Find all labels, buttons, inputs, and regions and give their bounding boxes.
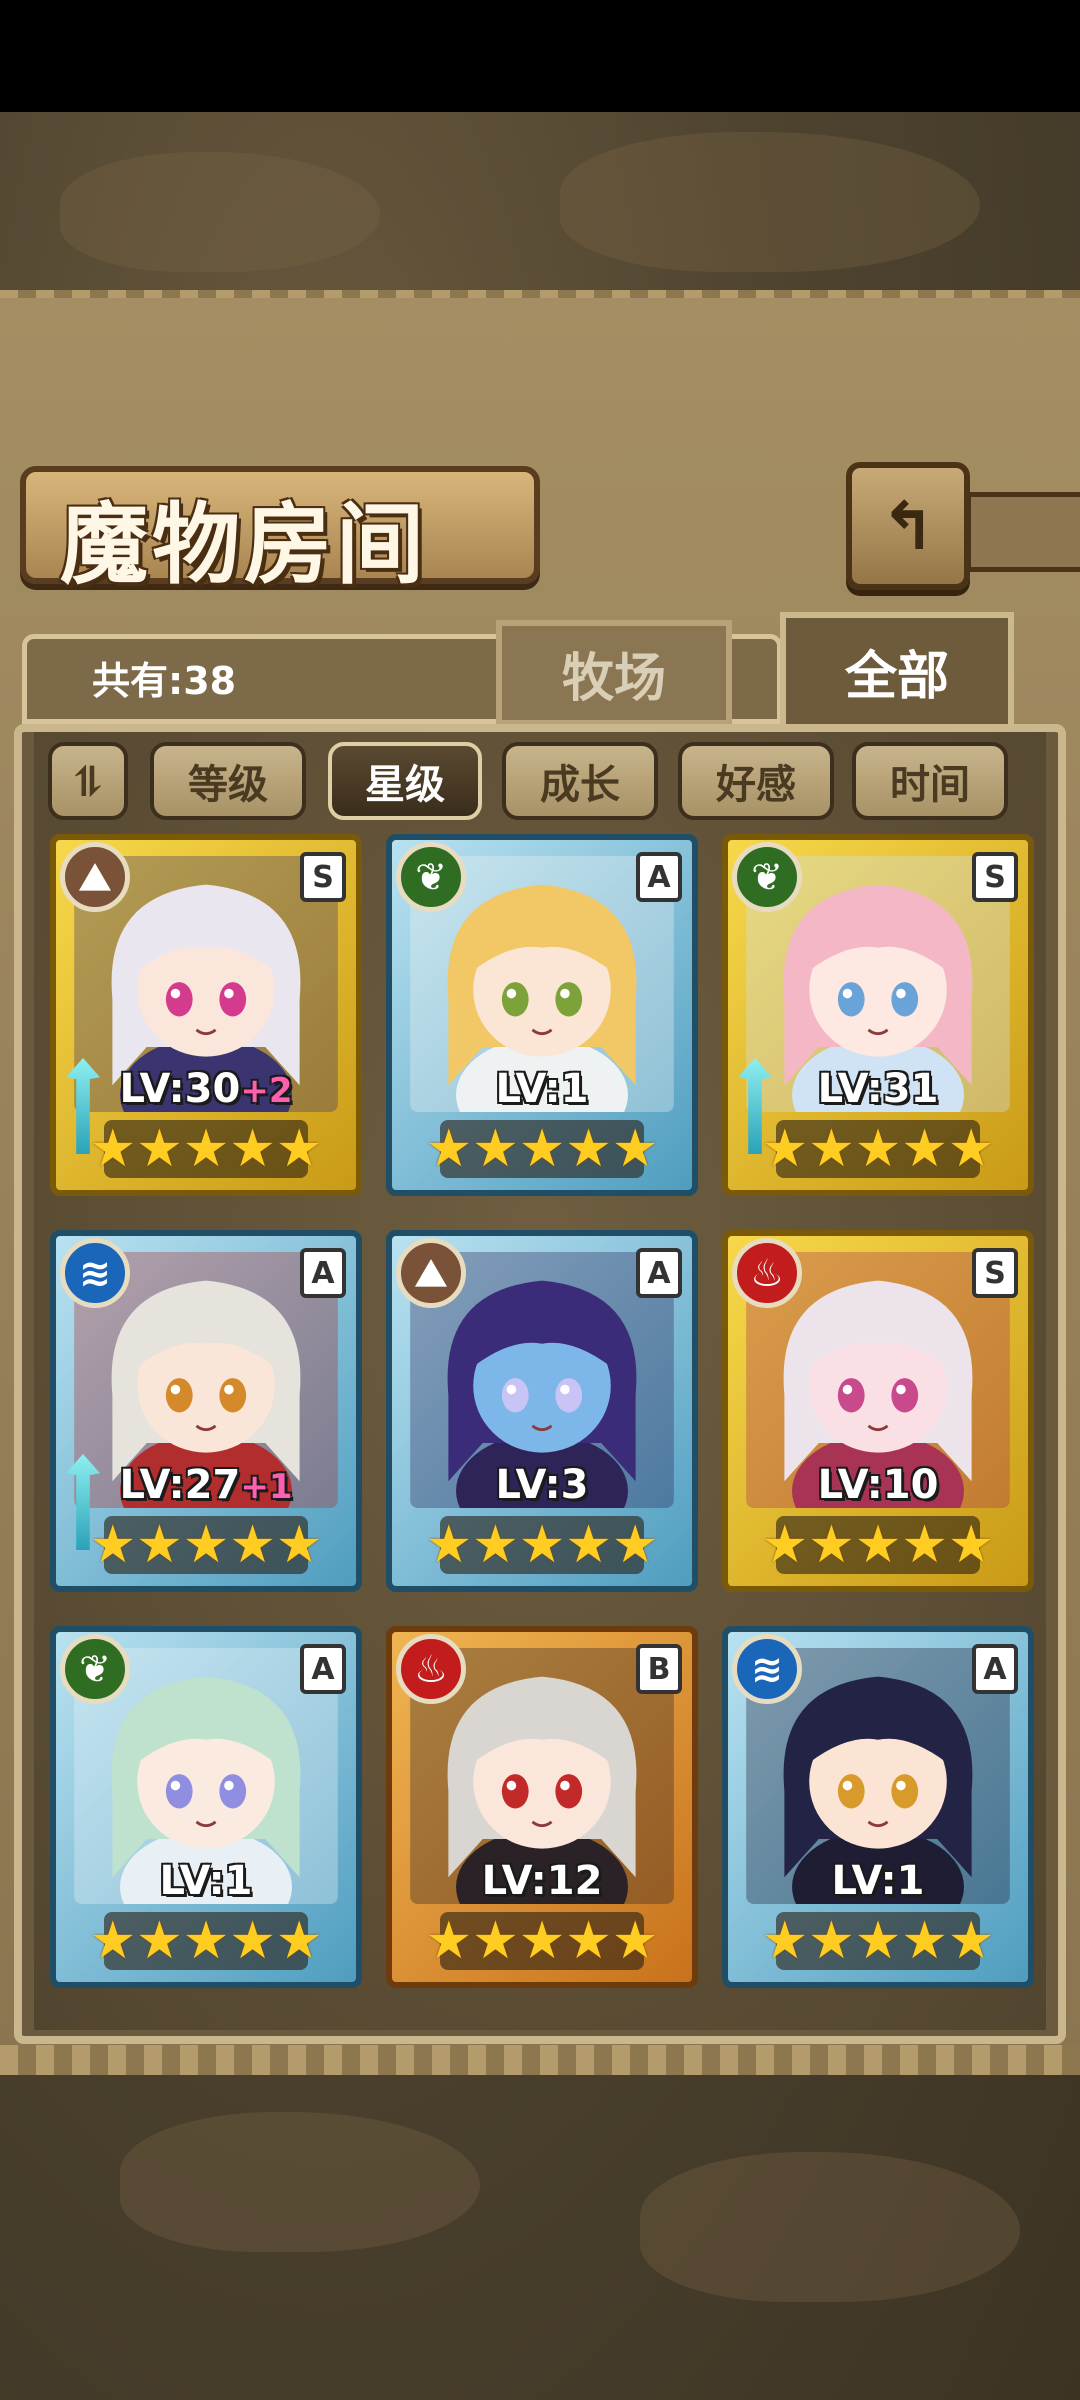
element-earth-icon: ⛰: [396, 1238, 466, 1308]
sort-star-button[interactable]: 星级: [328, 742, 482, 820]
rank-badge: S: [300, 852, 346, 902]
monster-card[interactable]: ❦ A LV:1 ★★★★★: [386, 834, 698, 1196]
rank-badge: A: [636, 1248, 682, 1298]
star-rating: ★★★★★: [425, 1119, 659, 1179]
monster-card[interactable]: ❦ S LV:31 ★★★★★: [722, 834, 1034, 1196]
sort-affection-button[interactable]: 好感: [678, 742, 834, 820]
level-value: LV:1: [159, 1858, 253, 1904]
monster-level: LV:31: [728, 1066, 1028, 1112]
level-value: LV:27: [119, 1462, 241, 1508]
star-rating: ★★★★★: [761, 1911, 995, 1971]
element-nature-icon: ❦: [732, 842, 802, 912]
level-bonus: +1: [240, 1467, 293, 1507]
level-value: LV:1: [831, 1858, 925, 1904]
monster-card[interactable]: ⛰ S LV:30+2 ★★★★★: [50, 834, 362, 1196]
monster-level: LV:1: [392, 1066, 692, 1112]
element-nature-icon: ❦: [60, 1634, 130, 1704]
monster-level: LV:10: [728, 1462, 1028, 1508]
rank-badge: A: [636, 852, 682, 902]
level-value: LV:3: [495, 1462, 589, 1508]
monster-level: LV:30+2: [56, 1066, 356, 1112]
page-title: 魔物房间: [60, 492, 429, 596]
rank-badge: A: [300, 1248, 346, 1298]
monster-card[interactable]: ≋ A LV:1 ★★★★★: [722, 1626, 1034, 1988]
back-arrow-icon: ↰: [880, 487, 936, 565]
star-rating: ★★★★★: [761, 1515, 995, 1575]
sort-time-button[interactable]: 时间: [852, 742, 1008, 820]
element-fire-icon: ♨: [396, 1634, 466, 1704]
monster-card[interactable]: ⛰ A LV:3 ★★★★★: [386, 1230, 698, 1592]
rank-badge: B: [636, 1644, 682, 1694]
star-rating: ★★★★★: [89, 1515, 323, 1575]
back-button[interactable]: ↰: [846, 462, 970, 590]
star-rating: ★★★★★: [425, 1911, 659, 1971]
rank-badge: S: [972, 852, 1018, 902]
element-earth-icon: ⛰: [60, 842, 130, 912]
level-value: LV:31: [817, 1066, 939, 1112]
element-fire-icon: ♨: [732, 1238, 802, 1308]
monster-level: LV:27+1: [56, 1462, 356, 1508]
sort-level-button[interactable]: 等级: [150, 742, 306, 820]
star-rating: ★★★★★: [89, 1119, 323, 1179]
monster-count: 共有:38: [92, 659, 237, 703]
element-water-icon: ≋: [60, 1238, 130, 1308]
status-bar: [0, 0, 1080, 112]
monster-level: LV:12: [392, 1858, 692, 1904]
tab-ranch[interactable]: 牧场: [496, 620, 732, 726]
monster-level: LV:1: [728, 1858, 1028, 1904]
sort-order-toggle-button[interactable]: ⥮: [48, 742, 128, 820]
panel-bottom-edge: [0, 2045, 1080, 2075]
tab-all[interactable]: 全部: [780, 612, 1014, 730]
rank-badge: A: [300, 1644, 346, 1694]
star-rating: ★★★★★: [89, 1911, 323, 1971]
rank-badge: S: [972, 1248, 1018, 1298]
monster-card[interactable]: ♨ S LV:10 ★★★★★: [722, 1230, 1034, 1592]
level-value: LV:1: [495, 1066, 589, 1112]
back-button-tab: [966, 492, 1080, 572]
level-value: LV:12: [481, 1858, 603, 1904]
monster-card[interactable]: ♨ B LV:12 ★★★★★: [386, 1626, 698, 1988]
sort-growth-button[interactable]: 成长: [502, 742, 658, 820]
element-nature-icon: ❦: [396, 842, 466, 912]
level-bonus: +2: [240, 1071, 293, 1111]
element-water-icon: ≋: [732, 1634, 802, 1704]
level-value: LV:30: [119, 1066, 241, 1112]
rank-badge: A: [972, 1644, 1018, 1694]
monster-level: LV:3: [392, 1462, 692, 1508]
star-rating: ★★★★★: [761, 1119, 995, 1179]
monster-card[interactable]: ≋ A LV:27+1 ★★★★★: [50, 1230, 362, 1592]
sort-order-icon: ⥮: [70, 756, 106, 806]
monster-level: LV:1: [56, 1858, 356, 1904]
star-rating: ★★★★★: [425, 1515, 659, 1575]
monster-card[interactable]: ❦ A LV:1 ★★★★★: [50, 1626, 362, 1988]
level-value: LV:10: [817, 1462, 939, 1508]
